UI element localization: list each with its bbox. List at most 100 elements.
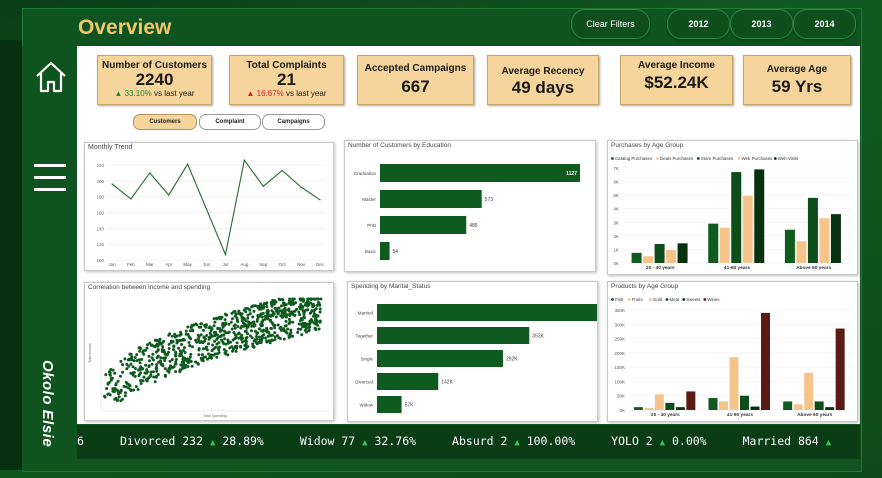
scatter-point [125,367,129,371]
scatter-point [216,346,220,350]
scatter-point [223,337,227,341]
bar [644,408,654,410]
category-label: Together [355,334,373,339]
scatter-point [170,358,174,362]
scatter-point [171,340,175,344]
scatter-point [173,332,177,336]
scatter-point [248,312,252,316]
scatter-point [251,315,255,319]
legend-swatch [665,298,669,301]
scatter-point [179,332,183,336]
kpi-title: Average Income [638,60,715,71]
scatter-point [286,327,290,331]
scatter-point [236,325,240,328]
year-2012-button[interactable]: 2012 [667,9,730,39]
y-tick-label: 180 [96,195,104,200]
purchases-age-chart: Catalog Purchases Deals Purchases Store Pu… [611,156,852,271]
scatter-point [147,354,151,358]
scatter-point [179,363,183,367]
customers-toggle-button[interactable]: Customers [133,114,197,130]
legend-label: Store Purchases [701,156,734,161]
scatter-point [212,324,216,328]
scatter-point [292,297,296,301]
bar [835,328,845,410]
scatter-point [228,346,232,350]
year-2013-button[interactable]: 2013 [730,9,793,39]
line-series [111,158,321,257]
scatter-point [250,305,254,309]
complaint-toggle-button[interactable]: Complaint [199,114,261,130]
scatter-point [132,388,136,392]
scatter-point [181,366,185,370]
x-tick-label: 20 - 40 years [651,412,680,418]
bar [377,373,439,390]
legend-swatch [627,298,631,301]
scatter-point [152,375,156,379]
scatter-point [218,317,222,321]
scatter-point [172,348,175,352]
bar [380,190,482,208]
bar [731,172,742,263]
scatter-point [211,343,215,347]
bar [631,252,642,263]
data-label: 142K [441,380,453,386]
scatter-point [213,320,217,324]
scatter-point [204,325,208,329]
bar [643,256,654,263]
x-tick-label: Sep [259,262,268,267]
scatter-point [318,307,322,311]
scatter-point [255,318,259,321]
scatter-point [124,391,127,395]
scatter-point [139,382,143,385]
scatter-point [270,338,274,342]
scatter-point [280,297,284,301]
scatter-point [164,356,167,360]
scatter-point [255,342,259,346]
legend-swatch [611,298,614,301]
kpi-age: Average Age 59 Yrs [743,55,851,105]
scatter-point [274,315,278,319]
scatter-point [119,374,122,378]
legend-label: Gold [653,297,663,302]
year-2014-button[interactable]: 2014 [793,9,856,39]
scatter-point [288,312,292,316]
legend-label: Web Visits [778,156,799,161]
scatter-point [239,336,243,340]
scatter-point [204,355,207,359]
scatter-point [215,355,219,359]
data-point [243,159,245,161]
scatter-point [144,348,147,352]
bar [729,357,739,410]
home-icon[interactable] [34,60,68,94]
scatter-point [234,312,238,316]
clear-filters-button[interactable]: Clear Filters [571,9,650,39]
scatter-point [205,334,209,337]
scatter-point [287,322,291,325]
scatter-point [133,367,137,370]
up-arrow-icon: ▲ [825,438,832,448]
scatter-point [307,329,311,333]
campaigns-toggle-button[interactable]: Campaigns [262,114,325,130]
scatter-point [189,352,193,356]
category-label: Basic [365,249,377,254]
scatter-point [191,329,195,333]
scatter-point [258,327,261,331]
scatter-point [161,345,165,349]
scatter-point [156,354,160,358]
legend-swatch [682,298,686,301]
scatter-point [319,297,323,301]
scatter-point [160,347,164,351]
scatter-point [214,345,217,349]
left-rail [0,40,22,470]
scatter-point [146,343,149,347]
menu-icon[interactable] [34,164,66,192]
scatter-point [152,344,156,348]
scatter-point [243,317,246,321]
scatter-point [260,315,264,319]
category-label: Master [362,197,376,202]
scatter-point [163,359,167,362]
x-tick-label: 41-60 years [724,265,750,271]
data-point [168,194,170,196]
data-label: 292K [506,357,518,363]
bar [377,350,503,367]
